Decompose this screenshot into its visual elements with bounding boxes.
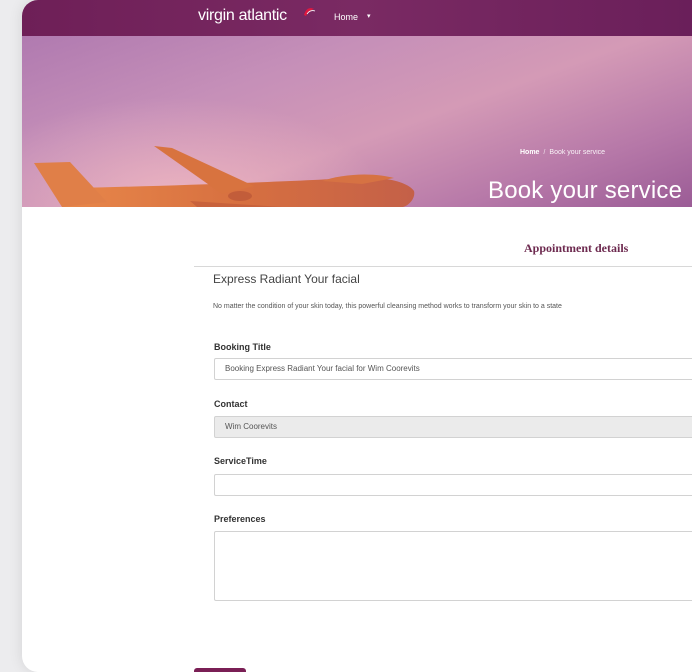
top-navbar: virgin atlantic Home ▾: [22, 0, 692, 37]
breadcrumb-current: Book your service: [549, 149, 606, 156]
service-name: Express Radiant Your facial: [213, 272, 360, 286]
page-title: Book your service: [488, 177, 683, 204]
chevron-down-icon[interactable]: ▾: [367, 12, 371, 20]
service-time-label: ServiceTime: [214, 456, 267, 466]
booking-title-label: Booking Title: [214, 342, 271, 352]
preferences-label: Preferences: [214, 514, 266, 524]
service-time-input[interactable]: [214, 474, 692, 496]
brand-logo-text[interactable]: virgin atlantic: [198, 7, 287, 25]
app-window: virgin atlantic Home ▾ Home / Book your …: [22, 0, 692, 672]
preferences-textarea[interactable]: [214, 531, 692, 601]
service-description: No matter the condition of your skin tod…: [213, 303, 562, 310]
breadcrumb: Home / Book your service: [520, 149, 605, 156]
submit-button[interactable]: [194, 668, 246, 672]
virgin-signature-icon: [304, 8, 316, 16]
section-title: Appointment details: [524, 241, 629, 255]
hero-banner: Home / Book your service Book your service: [22, 36, 692, 207]
nav-home-menu[interactable]: Home: [334, 12, 358, 22]
breadcrumb-separator: /: [543, 149, 546, 156]
breadcrumb-home-link[interactable]: Home: [520, 149, 539, 156]
contact-input[interactable]: Wim Coorevits: [214, 416, 692, 438]
contact-label: Contact: [214, 399, 248, 409]
booking-title-input[interactable]: Booking Express Radiant Your facial for …: [214, 358, 692, 380]
divider: [194, 266, 692, 267]
